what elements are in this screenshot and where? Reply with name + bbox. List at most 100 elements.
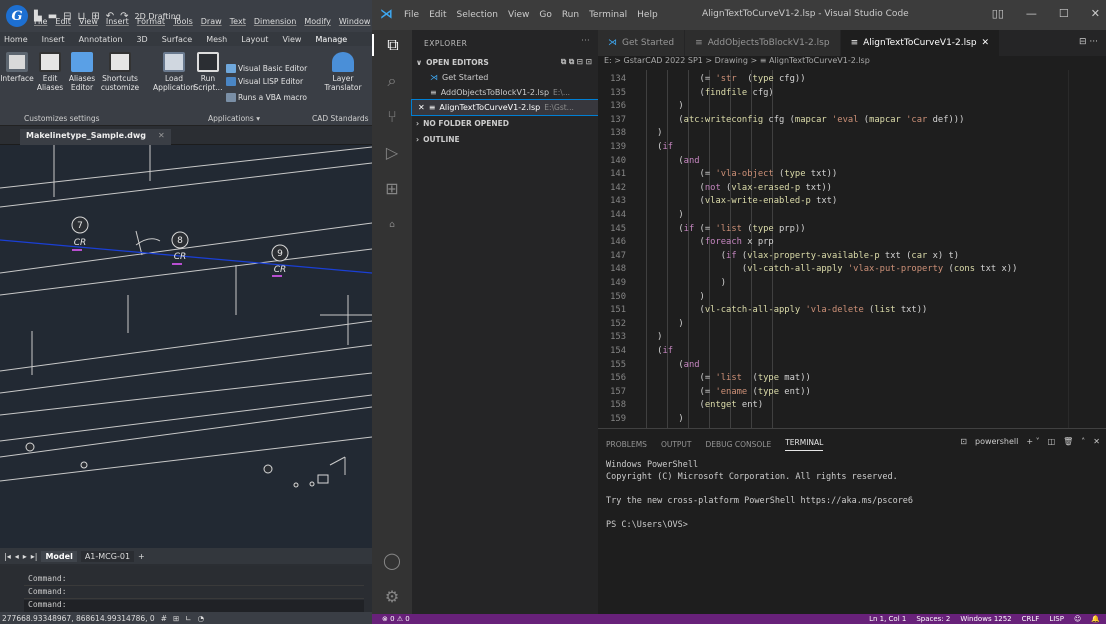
menu-go[interactable]: Go xyxy=(539,10,551,20)
code-line[interactable]: 155 (and xyxy=(598,360,1068,375)
menu-selection[interactable]: Selection xyxy=(457,10,498,20)
group-applications[interactable]: Applications ▾ xyxy=(208,114,260,123)
vba-editor-button[interactable]: Visual Basic Editor xyxy=(226,64,307,73)
run-script-button[interactable]: Run Script... xyxy=(192,52,224,92)
code-line[interactable]: 156 (= 'list (type mat)) xyxy=(598,373,1068,388)
menu-modify[interactable]: Modify xyxy=(304,17,331,26)
menu-window[interactable]: Window xyxy=(339,17,371,26)
add-terminal-icon[interactable]: + ˅ xyxy=(1026,437,1039,446)
code-line[interactable]: 146 (foreach x prp xyxy=(598,237,1068,252)
breadcrumb[interactable]: E: > GstarCAD 2022 SP1 > Drawing > ≡ Ali… xyxy=(598,56,1106,70)
first-layout-icon[interactable]: |◂ xyxy=(4,552,11,561)
code-editor[interactable]: 134 (= 'str (type cfg)) 135 (findfile cfg… xyxy=(598,70,1106,428)
extensions-icon[interactable]: ⊞ xyxy=(381,178,403,200)
code-line[interactable]: 147 (if (vlax-property-available-p txt (… xyxy=(598,251,1068,266)
minimize-icon[interactable]: — xyxy=(1026,7,1037,20)
drawing-canvas[interactable]: 7 CR 8 CR 9 CR xyxy=(0,145,372,548)
tab-debug-console[interactable]: DEBUG CONSOLE xyxy=(706,440,772,449)
trash-icon[interactable]: 🗑 xyxy=(1063,437,1073,446)
account-icon[interactable]: ◯ xyxy=(381,550,403,572)
code-line[interactable]: 149 ) xyxy=(598,278,1068,293)
ribbon-tab-home[interactable]: Home xyxy=(4,35,28,44)
notifications-icon[interactable]: 🔔 xyxy=(1091,615,1100,623)
menu-file[interactable]: File xyxy=(34,17,47,26)
code-line[interactable]: 152 ) xyxy=(598,319,1068,334)
document-tab[interactable]: Makelinetype_Sample.dwg ✕ xyxy=(20,129,171,145)
tab-addobjects[interactable]: ≡ AddObjectsToBlockV1-2.lsp xyxy=(685,30,841,56)
ortho-icon[interactable]: ∟ xyxy=(185,614,191,623)
split-editor-icon[interactable]: ⊟ ··· xyxy=(1071,30,1106,56)
lisp-editor-button[interactable]: Visual LISP Editor xyxy=(226,77,303,86)
close-icon[interactable]: ✕ xyxy=(158,131,165,143)
menu-help[interactable]: Help xyxy=(637,10,658,20)
menu-dimension[interactable]: Dimension xyxy=(254,17,297,26)
code-line[interactable]: 148 (vl-catch-all-apply 'vlax-put-proper… xyxy=(598,264,1068,279)
tab-a1-mcg-01[interactable]: A1-MCG-01 xyxy=(80,550,135,562)
cad-logo[interactable]: G xyxy=(6,5,28,27)
language-mode[interactable]: LISP xyxy=(1049,615,1064,623)
run-vba-macro-button[interactable]: Runs a VBA macro xyxy=(226,93,307,102)
menu-insert[interactable]: Insert xyxy=(106,17,129,26)
explorer-icon[interactable]: ⧉ xyxy=(372,34,412,56)
polar-icon[interactable]: ◔ xyxy=(198,614,205,623)
snap-icon[interactable]: ⊞ xyxy=(173,614,179,623)
code-line[interactable]: 150 ) xyxy=(598,292,1068,307)
code-line[interactable]: 144 ) xyxy=(598,210,1068,225)
encoding[interactable]: Windows 1252 xyxy=(960,615,1011,623)
aliases-editor-button[interactable]: Aliases Editor xyxy=(66,52,98,92)
code-line[interactable]: 135 (findfile cfg) xyxy=(598,88,1068,103)
code-line[interactable]: 140 (and xyxy=(598,156,1068,171)
ribbon-tab-view[interactable]: View xyxy=(282,35,301,44)
menu-edit[interactable]: Edit xyxy=(429,10,446,20)
next-layout-icon[interactable]: ▸ xyxy=(23,552,27,561)
code-line[interactable]: 138 ) xyxy=(598,128,1068,143)
code-line[interactable]: 143 (vlax-write-enabled-p txt) xyxy=(598,196,1068,211)
menu-draw[interactable]: Draw xyxy=(201,17,222,26)
code-line[interactable]: 157 (= 'ename (type ent)) xyxy=(598,387,1068,402)
last-layout-icon[interactable]: ▸| xyxy=(31,552,38,561)
no-folder-section[interactable]: › NO FOLDER OPENED xyxy=(412,115,598,131)
shell-selector[interactable]: powershell xyxy=(975,437,1018,446)
source-control-icon[interactable]: ⑂ xyxy=(381,106,403,128)
ribbon-tab-layout[interactable]: Layout xyxy=(241,35,268,44)
minimap[interactable] xyxy=(1068,70,1106,428)
code-line[interactable]: 153 ) xyxy=(598,332,1068,347)
menu-edit[interactable]: Edit xyxy=(55,17,71,26)
code-line[interactable]: 151 (vl-catch-all-apply 'vla-delete (lis… xyxy=(598,305,1068,320)
ribbon-tab-annotation[interactable]: Annotation xyxy=(79,35,123,44)
close-window-icon[interactable]: ✕ xyxy=(1091,7,1100,20)
ribbon-tab-insert[interactable]: Insert xyxy=(42,35,65,44)
maximize-icon[interactable]: ☐ xyxy=(1059,7,1069,20)
ribbon-tab-mesh[interactable]: Mesh xyxy=(206,35,227,44)
shortcuts-customize-button[interactable]: Shortcuts customize xyxy=(100,52,140,92)
menu-file[interactable]: File xyxy=(404,10,419,20)
open-editor-item[interactable]: ≡ AddObjectsToBlockV1-2.lsp E:\... xyxy=(412,85,598,100)
layer-translator-button[interactable]: Layer Translator xyxy=(318,52,368,92)
open-editors-section[interactable]: ∨ OPEN EDITORS ⧉ ⧉ ⊟ ⊡ xyxy=(412,54,598,70)
code-line[interactable]: 142 (not (vlax-erased-p txt)) xyxy=(598,183,1068,198)
tab-get-started[interactable]: ⋊ Get Started xyxy=(598,30,686,56)
layout-icon[interactable]: ▯▯ xyxy=(992,7,1004,20)
more-actions-icon[interactable]: ··· xyxy=(581,36,590,45)
indentation[interactable]: Spaces: 2 xyxy=(916,615,950,623)
split-terminal-icon[interactable]: ◫ xyxy=(1048,437,1056,446)
tab-output[interactable]: OUTPUT xyxy=(661,440,692,449)
search-icon[interactable]: ⌕ xyxy=(381,70,403,92)
terminal-prompt[interactable]: PS C:\Users\OVS> xyxy=(606,519,1106,531)
code-line[interactable]: 145 (if (= 'list (type prp)) xyxy=(598,224,1068,239)
maximize-panel-icon[interactable]: ˄ xyxy=(1081,437,1085,446)
problems-count[interactable]: ⊗ 0 ⚠ 0 xyxy=(372,615,410,623)
menu-text[interactable]: Text xyxy=(230,17,246,26)
ribbon-tab-3d[interactable]: 3D xyxy=(136,35,147,44)
menu-view[interactable]: View xyxy=(508,10,529,20)
outline-section[interactable]: › OUTLINE xyxy=(412,131,598,147)
open-editor-item[interactable]: ⋊ Get Started xyxy=(412,70,598,85)
tab-terminal[interactable]: TERMINAL xyxy=(785,438,824,451)
code-line[interactable]: 141 (= 'vla-object (type txt)) xyxy=(598,169,1068,184)
interface-button[interactable]: Interface xyxy=(0,52,34,83)
code-line[interactable]: 154 (if xyxy=(598,346,1068,361)
load-application-button[interactable]: Load Application xyxy=(152,52,196,92)
edit-aliases-button[interactable]: Edit Aliases xyxy=(36,52,64,92)
line-ending[interactable]: CRLF xyxy=(1022,615,1040,623)
command-input[interactable]: Command: xyxy=(24,600,364,612)
